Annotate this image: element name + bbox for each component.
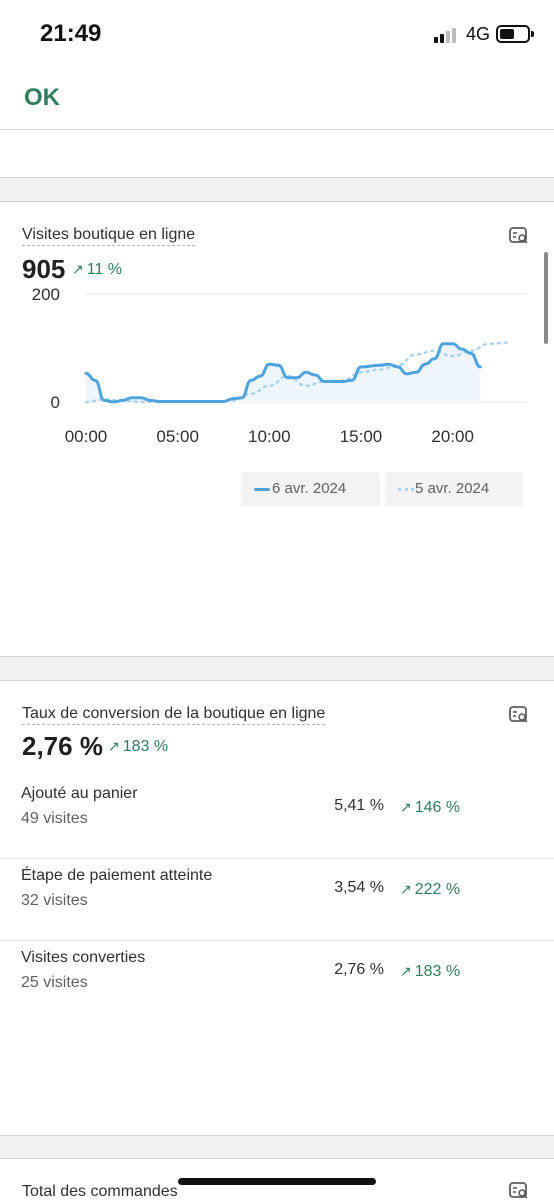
- x-tick-label: 05:00: [156, 427, 199, 446]
- funnel-row: Étape de paiement atteinte 32 visites 3,…: [0, 859, 554, 941]
- funnel-row-label: Ajouté au panier: [21, 785, 138, 802]
- y-tick-label: 0: [51, 393, 60, 412]
- funnel-row-trend: ↗ 183 %: [400, 963, 460, 981]
- chart-explore-icon[interactable]: [508, 705, 530, 725]
- legend-dotted-swatch: [398, 488, 414, 491]
- trend-up-icon: ↗: [400, 963, 412, 979]
- funnel-row-trend: ↗ 146 %: [400, 799, 460, 817]
- visits-trend-value: 11 %: [86, 261, 123, 278]
- funnel-row-label: Étape de paiement atteinte: [21, 867, 213, 884]
- funnel-row-trend-value: 146 %: [414, 799, 461, 816]
- battery-icon: [496, 25, 534, 43]
- funnel-row-visits: 32 visites: [21, 892, 88, 909]
- funnel-row: Ajouté au panier 49 visites 5,41 % ↗ 146 …: [0, 777, 554, 859]
- visits-line-chart: 200 0 00:00 05:00 10:00 15:00 20:00: [32, 285, 526, 446]
- legend-solid-swatch: [254, 488, 270, 491]
- home-indicator[interactable]: [178, 1178, 376, 1185]
- visits-title[interactable]: Visites boutique en ligne: [22, 226, 196, 246]
- status-bar: 21:49 4G: [0, 0, 554, 70]
- funnel-row-trend-value: 222 %: [414, 881, 461, 898]
- chart-explore-icon[interactable]: [508, 226, 530, 246]
- conversion-title[interactable]: Taux de conversion de la boutique en lig…: [22, 705, 326, 725]
- x-tick-label: 15:00: [340, 427, 383, 446]
- y-tick-label: 200: [32, 285, 60, 304]
- clock: 21:49: [40, 20, 102, 47]
- empty-card: [0, 130, 554, 178]
- funnel-row-rate: 3,54 %: [334, 879, 384, 896]
- visits-total: 905: [22, 254, 66, 284]
- legend-item-5-avr[interactable]: 5 avr. 2024: [385, 472, 523, 506]
- funnel-row-trend: ↗ 222 %: [400, 881, 460, 899]
- x-tick-label: 20:00: [431, 427, 474, 446]
- orders-title[interactable]: Total des commandes: [22, 1183, 178, 1200]
- funnel-row-rate: 5,41 %: [334, 797, 384, 814]
- chart-explore-icon[interactable]: [508, 1181, 530, 1200]
- network-type: 4G: [466, 24, 491, 44]
- signal-icon: [434, 27, 460, 43]
- trend-up-icon: ↗: [400, 799, 412, 815]
- trend-up-icon: ↗: [108, 738, 120, 754]
- legend-label: 6 avr. 2024: [272, 480, 347, 497]
- funnel-row-visits: 25 visites: [21, 974, 88, 991]
- funnel-row-rate: 2,76 %: [334, 961, 384, 978]
- conversion-trend: ↗ 183 %: [108, 738, 168, 756]
- funnel-row: Visites converties 25 visites 2,76 % ↗ 18…: [0, 941, 554, 1023]
- conversion-trend-value: 183 %: [122, 738, 169, 755]
- legend-item-6-avr[interactable]: 6 avr. 2024: [241, 472, 380, 506]
- trend-up-icon: ↗: [400, 881, 412, 897]
- x-tick-label: 10:00: [248, 427, 291, 446]
- conversion-card: Taux de conversion de la boutique en lig…: [0, 680, 554, 1136]
- x-tick-label: 00:00: [65, 427, 108, 446]
- funnel-row-label: Visites converties: [21, 949, 146, 966]
- visits-trend: ↗ 11 %: [72, 261, 122, 279]
- top-nav: OK: [0, 70, 554, 130]
- trend-up-icon: ↗: [72, 261, 84, 277]
- ok-button[interactable]: OK: [24, 84, 60, 112]
- legend-label: 5 avr. 2024: [415, 480, 490, 497]
- funnel-row-visits: 49 visites: [21, 810, 88, 827]
- conversion-rate: 2,76 %: [22, 731, 103, 761]
- funnel-row-trend-value: 183 %: [414, 963, 461, 980]
- visits-card: Visites boutique en ligne 905 ↗ 11 % 200 …: [0, 201, 554, 657]
- scrollbar-thumb[interactable]: [544, 252, 548, 344]
